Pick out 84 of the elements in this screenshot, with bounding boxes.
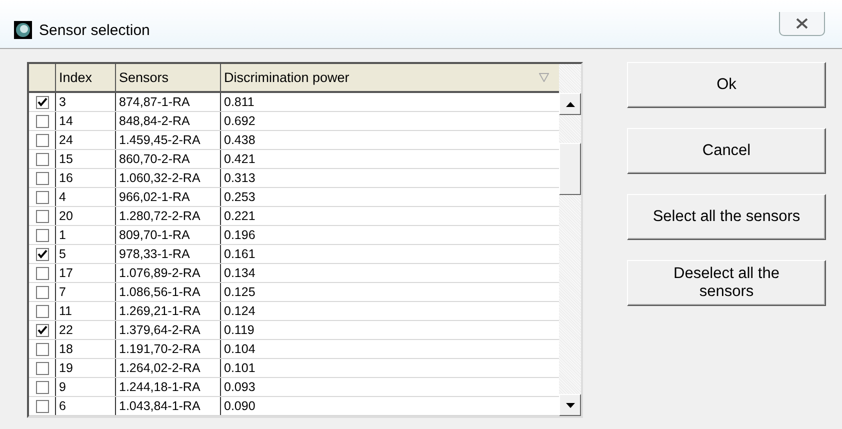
table-cell-text: 0.421 — [223, 151, 256, 168]
table-cell-text: 0.811 — [223, 94, 256, 111]
table-cell: 16 — [56, 169, 116, 187]
checkbox[interactable] — [36, 400, 48, 412]
table-cell: 9 — [56, 378, 116, 396]
table-cell-text: 0.119 — [223, 322, 256, 339]
table-cell: 19 — [56, 359, 116, 377]
checkbox[interactable] — [36, 172, 48, 184]
table-cell: 15 — [56, 150, 116, 168]
table-cell: 1 — [56, 226, 116, 244]
checkbox[interactable] — [36, 266, 48, 280]
checkbox[interactable] — [36, 248, 48, 260]
table-cell: 860,70-2-RA — [116, 150, 221, 168]
table-cell-text: 0.196 — [223, 227, 256, 244]
table-cell: 1.076,89-2-RA — [116, 264, 221, 282]
table-cell-text: 0.253 — [223, 189, 256, 206]
table-cell: 966,02-1-RA — [116, 188, 221, 206]
table-cell-text: 0.104 — [223, 341, 256, 358]
scroll-down-icon[interactable] — [566, 402, 574, 408]
table-cell: 1.269,21-1-RA — [116, 302, 221, 320]
table-cell: 1.379,64-2-RA — [116, 321, 221, 339]
sort-icon — [539, 73, 549, 82]
table-cell: 1.060,32-2-RA — [116, 169, 221, 187]
table-cell: 1.264,02-2-RA — [116, 359, 221, 377]
dialog-button[interactable]: Cancel — [627, 128, 826, 174]
app-icon — [14, 21, 32, 39]
table-cell: 1.280,72-2-RA — [116, 207, 221, 225]
table-cell: 22 — [56, 321, 116, 339]
checkbox[interactable] — [36, 324, 48, 336]
close-button[interactable] — [779, 12, 825, 36]
table-cell: 24 — [56, 131, 116, 149]
table-cell-text: 0.221 — [223, 208, 256, 225]
close-icon — [796, 18, 808, 29]
table-cell: 5 — [56, 245, 116, 263]
checkbox[interactable] — [36, 190, 48, 204]
table-cell-text: 0.093 — [223, 379, 256, 396]
table-cell-text: 0.125 — [223, 284, 256, 301]
table-cell-text: 0.134 — [223, 265, 256, 282]
table-cell: 978,33-1-RA — [116, 245, 221, 263]
scrollbar-thumb[interactable] — [559, 143, 581, 195]
table-cell: 7 — [56, 283, 116, 301]
checkbox[interactable] — [36, 228, 48, 242]
checkbox[interactable] — [36, 362, 48, 374]
table-cell: 17 — [56, 264, 116, 282]
table-cell-text: 0.090 — [223, 398, 256, 415]
dialog-button[interactable]: Select all the sensors — [627, 194, 826, 240]
table-cell: 809,70-1-RA — [116, 226, 221, 244]
scrollbar[interactable] — [559, 64, 581, 416]
table-cell: 18 — [56, 340, 116, 358]
checkbox[interactable] — [36, 96, 48, 108]
table-cell: 3 — [56, 93, 116, 111]
table-cell-text: 0.101 — [223, 360, 256, 377]
table-cell: 6 — [56, 397, 116, 415]
table-cell-text: 0.438 — [223, 132, 256, 149]
scroll-up-icon[interactable] — [566, 102, 574, 106]
table-cell-text: 0.692 — [223, 113, 256, 130]
checkbox[interactable] — [36, 380, 48, 394]
checkbox[interactable] — [36, 134, 48, 146]
column-header[interactable]: Discrimination power — [221, 64, 559, 91]
table-cell-text: 0.313 — [223, 170, 256, 187]
table-cell: 11 — [56, 302, 116, 320]
dialog-button[interactable]: Deselect all the sensors — [627, 260, 826, 306]
window-title: Sensor selection — [39, 22, 150, 38]
checkbox[interactable] — [36, 304, 48, 318]
checkbox[interactable] — [36, 114, 48, 128]
table-cell: 4 — [56, 188, 116, 206]
table-cell: 848,84-2-RA — [116, 112, 221, 130]
table-cell: 20 — [56, 207, 116, 225]
table-cell: 14 — [56, 112, 116, 130]
checkbox[interactable] — [36, 286, 48, 298]
table-cell: 1.191,70-2-RA — [116, 340, 221, 358]
table-cell: 1.086,56-1-RA — [116, 283, 221, 301]
table-cell-text: 0.124 — [223, 303, 256, 320]
table-cell: 1.043,84-1-RA — [116, 397, 221, 415]
table-cell: 874,87-1-RA — [116, 93, 221, 111]
column-header[interactable]: Sensors — [116, 64, 221, 91]
checkbox[interactable] — [36, 210, 48, 222]
table-cell: 1.459,45-2-RA — [116, 131, 221, 149]
checkbox[interactable] — [36, 342, 48, 356]
checkbox[interactable] — [36, 152, 48, 166]
column-header[interactable]: Index — [56, 64, 116, 91]
table-cell: 1.244,18-1-RA — [116, 378, 221, 396]
table-cell-text: 0.161 — [223, 246, 256, 263]
dialog-button[interactable]: Ok — [627, 62, 826, 108]
